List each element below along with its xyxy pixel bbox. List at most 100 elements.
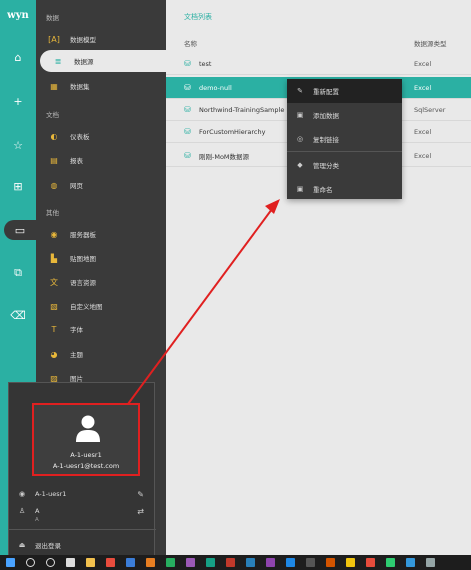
sidebar-item-label: 网页 bbox=[70, 182, 83, 190]
menu-item-label: 复制链接 bbox=[313, 136, 339, 144]
switch-icon[interactable]: ⇄ bbox=[137, 507, 144, 516]
column-header-name[interactable]: 名称 bbox=[184, 40, 197, 48]
breadcrumb[interactable]: 文档列表 bbox=[184, 12, 212, 22]
file-explorer-button[interactable] bbox=[80, 555, 100, 570]
sidebar-item-theme[interactable]: ◕ 主题 bbox=[36, 343, 166, 365]
sidebar-item-datasource[interactable]: ≣ 数据源 bbox=[40, 50, 168, 72]
menu-item-link[interactable]: ◎ 复制链接 bbox=[287, 127, 402, 151]
menu-item-label: 重命名 bbox=[313, 186, 333, 194]
sidebar-item-label: 自定义地图 bbox=[70, 303, 103, 311]
rail-item-plus[interactable]: + bbox=[0, 91, 36, 111]
sidebar-item-label: 服务器板 bbox=[70, 231, 96, 239]
app-icon-3 bbox=[165, 558, 175, 567]
cortana-button[interactable] bbox=[40, 555, 60, 570]
sidebar-item-label: 字体 bbox=[70, 326, 83, 334]
rail-item-hierarchy[interactable]: ⊞ bbox=[0, 176, 36, 196]
app-7-button[interactable] bbox=[240, 555, 260, 570]
app-icon-8 bbox=[265, 558, 275, 567]
windows-start-button[interactable] bbox=[0, 555, 20, 570]
app-10-button[interactable] bbox=[340, 555, 360, 570]
chrome-button[interactable] bbox=[100, 555, 120, 570]
context-menu: ✎ 重新配置 ▣ 添加数据 ◎ 复制链接 ◆ 管理分类 ▣ 重命名 bbox=[287, 79, 402, 199]
terminal-button[interactable] bbox=[300, 555, 320, 570]
menu-item-rename[interactable]: ▣ 重命名 bbox=[287, 177, 402, 201]
sidebar-item-custom-map[interactable]: ▧ 自定义地图 bbox=[36, 295, 166, 317]
logout-button[interactable]: ⏏ 退出登录 bbox=[9, 540, 156, 550]
add-data-icon: ▣ bbox=[296, 111, 304, 119]
logout-icon: ⏏ bbox=[18, 541, 26, 549]
row-name: test bbox=[199, 59, 212, 68]
sidebar-item-map[interactable]: ▙ 贴图地图 bbox=[36, 247, 166, 269]
app-icon-9 bbox=[325, 558, 335, 567]
app-12-button[interactable] bbox=[380, 555, 400, 570]
app-9-button[interactable] bbox=[320, 555, 340, 570]
row-type: Excel bbox=[414, 151, 432, 160]
menu-item-pencil[interactable]: ✎ 重新配置 bbox=[287, 79, 402, 103]
vscode-button[interactable] bbox=[280, 555, 300, 570]
sidebar-item-language[interactable]: 文 语言资源 bbox=[36, 271, 166, 293]
app-8-button[interactable] bbox=[260, 555, 280, 570]
rail-item-trash[interactable]: ⌫ bbox=[0, 305, 36, 325]
windows-start-icon bbox=[5, 558, 15, 567]
rail-item-folder[interactable]: ▭ bbox=[4, 220, 36, 240]
sidebar-section-title: 其他 bbox=[46, 209, 59, 217]
taskbar bbox=[0, 555, 471, 570]
app-1-button[interactable] bbox=[120, 555, 140, 570]
app-3-button[interactable] bbox=[160, 555, 180, 570]
column-header-type[interactable]: 数据源类型 bbox=[414, 38, 447, 48]
app-4-button[interactable] bbox=[180, 555, 200, 570]
app-6-button[interactable] bbox=[220, 555, 240, 570]
sidebar-item-label: 语言资源 bbox=[70, 279, 96, 287]
app-2-button[interactable] bbox=[140, 555, 160, 570]
sidebar-item-font[interactable]: T 字体 bbox=[36, 318, 166, 340]
terminal-icon bbox=[305, 558, 315, 567]
file-explorer-icon bbox=[85, 558, 95, 567]
app-11-button[interactable] bbox=[360, 555, 380, 570]
app-14-button[interactable] bbox=[420, 555, 440, 570]
sidebar-item-server[interactable]: ◉ 服务器板 bbox=[36, 223, 166, 245]
organization-label: A bbox=[35, 507, 40, 515]
dataset-icon: ▦ bbox=[50, 81, 58, 91]
menu-item-add-data[interactable]: ▣ 添加数据 bbox=[287, 103, 402, 127]
trash-icon: ⌫ bbox=[10, 308, 26, 322]
model-icon: [A] bbox=[48, 34, 60, 44]
datasource-icon: ≣ bbox=[54, 56, 62, 66]
cortana-icon bbox=[45, 558, 55, 567]
search-button[interactable] bbox=[20, 555, 40, 570]
app-icon-4 bbox=[185, 558, 195, 567]
tag-icon: ◆ bbox=[297, 161, 303, 169]
menu-item-label: 添加数据 bbox=[313, 112, 339, 120]
account-row[interactable]: ◉ A-1-uesr1 ✎ bbox=[9, 490, 156, 499]
task-view-button[interactable] bbox=[60, 555, 80, 570]
sidebar-item-model[interactable]: [A] 数据模型 bbox=[36, 28, 166, 50]
rail-item-dashboard[interactable]: ⧉ bbox=[0, 263, 36, 283]
edit-icon[interactable]: ✎ bbox=[137, 490, 144, 499]
sidebar-item-label: 数据源 bbox=[74, 58, 94, 66]
app-icon-14 bbox=[425, 558, 435, 567]
star-icon: ☆ bbox=[13, 138, 23, 152]
folder-icon: ▭ bbox=[14, 223, 26, 237]
sidebar-section-title: 数据 bbox=[46, 14, 59, 22]
user-circle-icon: ◉ bbox=[18, 490, 26, 498]
sidebar-item-label: 主题 bbox=[70, 351, 83, 359]
sidebar-item-webpage[interactable]: ◍ 网页 bbox=[36, 174, 166, 196]
menu-item-tag[interactable]: ◆ 管理分类 bbox=[287, 153, 402, 177]
pencil-icon: ✎ bbox=[297, 87, 303, 95]
organization-row[interactable]: ♙ A A ⇄ bbox=[9, 507, 156, 523]
rail-item-star[interactable]: ☆ bbox=[0, 135, 36, 155]
logout-label: 退出登录 bbox=[35, 542, 61, 550]
sidebar-item-dashboard-doc[interactable]: ◐ 仪表板 bbox=[36, 125, 166, 147]
rail-item-home[interactable]: ⌂ bbox=[0, 47, 36, 67]
database-icon: ⛁ bbox=[184, 105, 191, 114]
row-name: 刚刚-MoM数据源 bbox=[199, 152, 250, 161]
sidebar-item-label: 数据集 bbox=[70, 83, 90, 91]
app-5-button[interactable] bbox=[200, 555, 220, 570]
home-icon: ⌂ bbox=[14, 50, 22, 64]
app-icon-10 bbox=[345, 558, 355, 567]
table-row[interactable]: ⛁ test Excel bbox=[166, 53, 471, 75]
account-label: A-1-uesr1 bbox=[35, 490, 67, 498]
app-13-button[interactable] bbox=[400, 555, 420, 570]
sidebar-item-report[interactable]: ▤ 报表 bbox=[36, 149, 166, 171]
sidebar-item-dataset[interactable]: ▦ 数据集 bbox=[36, 75, 166, 97]
avatar bbox=[76, 415, 100, 442]
